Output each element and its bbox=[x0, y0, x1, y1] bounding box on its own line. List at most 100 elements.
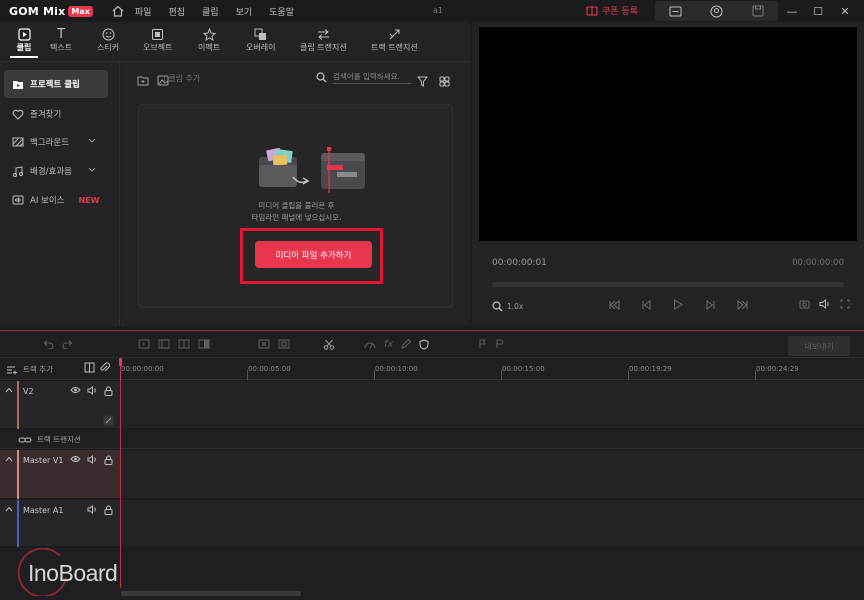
search-input[interactable] bbox=[333, 70, 411, 84]
media-panel: | 클립 추가 미디어 클립을 불러온 후 타임라인 패널에 넣으십시오. 미디… bbox=[121, 62, 470, 326]
visibility-eye-icon[interactable] bbox=[70, 386, 81, 399]
menu-view[interactable]: 보기 bbox=[236, 5, 253, 18]
redo-icon[interactable] bbox=[62, 339, 74, 352]
export-button[interactable]: 내보내기 bbox=[788, 336, 850, 356]
text-icon: T bbox=[57, 26, 66, 42]
media-dropzone[interactable]: 미디어 클립을 불러온 후 타임라인 패널에 넣으십시오. 미디어 파일 추가하… bbox=[138, 104, 453, 308]
sidebar-item-favorites[interactable]: 즐겨찾기 bbox=[4, 100, 108, 128]
track-lane-master-a1[interactable] bbox=[121, 500, 864, 547]
add-media-file-button[interactable]: 미디어 파일 추가하기 bbox=[255, 241, 372, 268]
close-icon[interactable]: ✕ bbox=[838, 4, 852, 18]
menu-bar: 파일 편집 클립 보기 도움말 bbox=[135, 5, 311, 18]
lock-icon[interactable] bbox=[104, 386, 113, 399]
crop-clip-icon[interactable] bbox=[278, 339, 290, 352]
filter-icon[interactable] bbox=[417, 76, 428, 87]
tab-effect[interactable]: 이펙트 bbox=[198, 26, 220, 53]
lock-icon[interactable] bbox=[104, 455, 113, 468]
tab-clip-transition-label: 클립 트랜지션 bbox=[300, 43, 347, 52]
marker-icon[interactable] bbox=[478, 339, 487, 352]
menu-file[interactable]: 파일 bbox=[135, 5, 152, 18]
menu-help[interactable]: 도움말 bbox=[269, 5, 294, 18]
play-icon[interactable] bbox=[662, 299, 694, 310]
collapse-caret-icon[interactable] bbox=[5, 387, 13, 393]
track-color-bar bbox=[17, 381, 19, 429]
delete-clip-icon[interactable] bbox=[258, 339, 270, 352]
fullscreen-icon[interactable] bbox=[840, 299, 850, 312]
search-icon[interactable] bbox=[316, 71, 327, 83]
book-icon[interactable] bbox=[84, 362, 95, 376]
account-icon[interactable] bbox=[710, 5, 723, 18]
tab-clip[interactable]: 클립 bbox=[10, 26, 38, 58]
volume-icon[interactable] bbox=[87, 385, 98, 399]
sticker-icon bbox=[102, 28, 115, 40]
maximize-icon[interactable]: ☐ bbox=[811, 4, 825, 18]
clip-add-label[interactable]: | 클립 추가 bbox=[163, 73, 200, 84]
tab-track-transition-label: 트랙 트랜지션 bbox=[371, 43, 418, 52]
timeline-toolbar: fx 내보내기 bbox=[0, 330, 864, 358]
fx-icon[interactable]: fx bbox=[384, 339, 393, 353]
tab-overlay[interactable]: 오버레이 bbox=[246, 26, 275, 53]
minimize-icon[interactable]: — bbox=[785, 4, 799, 18]
inoboard-watermark: InoBoard bbox=[10, 548, 128, 596]
visibility-eye-icon[interactable] bbox=[70, 455, 81, 468]
track-link-icon[interactable] bbox=[103, 415, 114, 426]
preview-scrubber[interactable] bbox=[492, 282, 844, 287]
volume-icon[interactable] bbox=[87, 504, 98, 518]
lock-icon[interactable] bbox=[104, 505, 113, 518]
track-header-v2[interactable]: V2 bbox=[0, 381, 120, 429]
tab-track-transition[interactable]: 트랙 트랜지션 bbox=[371, 26, 418, 53]
skip-to-end-icon[interactable] bbox=[726, 299, 758, 310]
overwrite-clip-icon[interactable] bbox=[178, 339, 190, 352]
sidebar-item-label: 즐겨찾기 bbox=[30, 110, 62, 120]
undo-icon[interactable] bbox=[42, 339, 54, 352]
tab-text[interactable]: T 텍스트 bbox=[50, 26, 72, 53]
sidebar-item-bgm-sfx[interactable]: 배경/효과음 bbox=[4, 157, 108, 185]
add-clip-to-timeline-icon[interactable] bbox=[138, 339, 150, 352]
timeline-ruler[interactable]: 00:00:00:00 00:00:05:00 00:00:10:00 00:0… bbox=[120, 358, 864, 380]
zoom-control[interactable]: 1.0x bbox=[492, 301, 523, 312]
collapse-caret-icon[interactable] bbox=[5, 456, 13, 462]
scissors-icon[interactable] bbox=[323, 339, 335, 353]
speed-icon[interactable] bbox=[364, 339, 376, 353]
shield-icon[interactable] bbox=[419, 339, 429, 353]
link-chain-icon bbox=[18, 437, 32, 442]
collapse-caret-icon[interactable] bbox=[5, 506, 13, 512]
track-transition[interactable]: 트랙 트랜지션 bbox=[18, 434, 81, 445]
snapshot-icon[interactable] bbox=[799, 299, 810, 312]
previous-frame-icon[interactable] bbox=[630, 299, 662, 310]
tab-object[interactable]: 오브젝트 bbox=[143, 26, 172, 53]
preview-screen[interactable] bbox=[479, 27, 857, 241]
insert-clip-icon[interactable] bbox=[158, 339, 170, 352]
volume-icon[interactable] bbox=[819, 298, 831, 312]
tab-sticker[interactable]: 스티커 bbox=[97, 26, 119, 53]
tool-tabs: 클립 T 텍스트 스티커 오브젝트 이펙트 오버레이 클립 트랜지션 트랙 트랜… bbox=[0, 22, 470, 62]
caption-icon[interactable] bbox=[669, 6, 682, 17]
playback-controls bbox=[598, 299, 758, 310]
volume-icon[interactable] bbox=[87, 454, 98, 468]
track-lane-master-v1[interactable] bbox=[121, 450, 864, 499]
track-lane-v2[interactable] bbox=[121, 381, 864, 429]
track-add-button[interactable]: 트랙 추가 bbox=[6, 364, 53, 375]
sidebar-item-project-clip[interactable]: 프로젝트 클립 bbox=[4, 70, 108, 98]
skip-to-start-icon[interactable] bbox=[598, 299, 630, 310]
flag-icon[interactable] bbox=[495, 339, 504, 352]
tab-clip-transition[interactable]: 클립 트랜지션 bbox=[300, 26, 347, 53]
timeline-horizontal-scrollbar[interactable] bbox=[121, 591, 301, 596]
replace-clip-icon[interactable] bbox=[198, 339, 210, 352]
timeline-ruler-row: 트랙 추가 00:00:00:00 00:00:05:00 00:00:10:0… bbox=[0, 358, 864, 380]
add-folder-icon[interactable] bbox=[137, 75, 149, 86]
next-frame-icon[interactable] bbox=[694, 299, 726, 310]
sidebar-item-ai-voice[interactable]: AI 보이스 NEW bbox=[4, 186, 108, 214]
attach-icon[interactable] bbox=[99, 362, 110, 376]
save-icon[interactable] bbox=[752, 5, 764, 17]
menu-edit[interactable]: 편집 bbox=[168, 5, 185, 18]
grid-view-icon[interactable] bbox=[439, 76, 450, 87]
music-note-icon bbox=[13, 165, 23, 177]
track-header-master-v1[interactable]: Master V1 bbox=[0, 450, 120, 499]
home-icon[interactable] bbox=[111, 4, 125, 18]
sidebar-item-background[interactable]: 백그라운드 bbox=[4, 128, 108, 156]
pen-icon[interactable] bbox=[401, 338, 412, 353]
menu-clip[interactable]: 클립 bbox=[202, 5, 219, 18]
track-header-master-a1[interactable]: Master A1 bbox=[0, 500, 120, 547]
coupon-button[interactable]: 쿠폰 등록 bbox=[586, 4, 638, 17]
